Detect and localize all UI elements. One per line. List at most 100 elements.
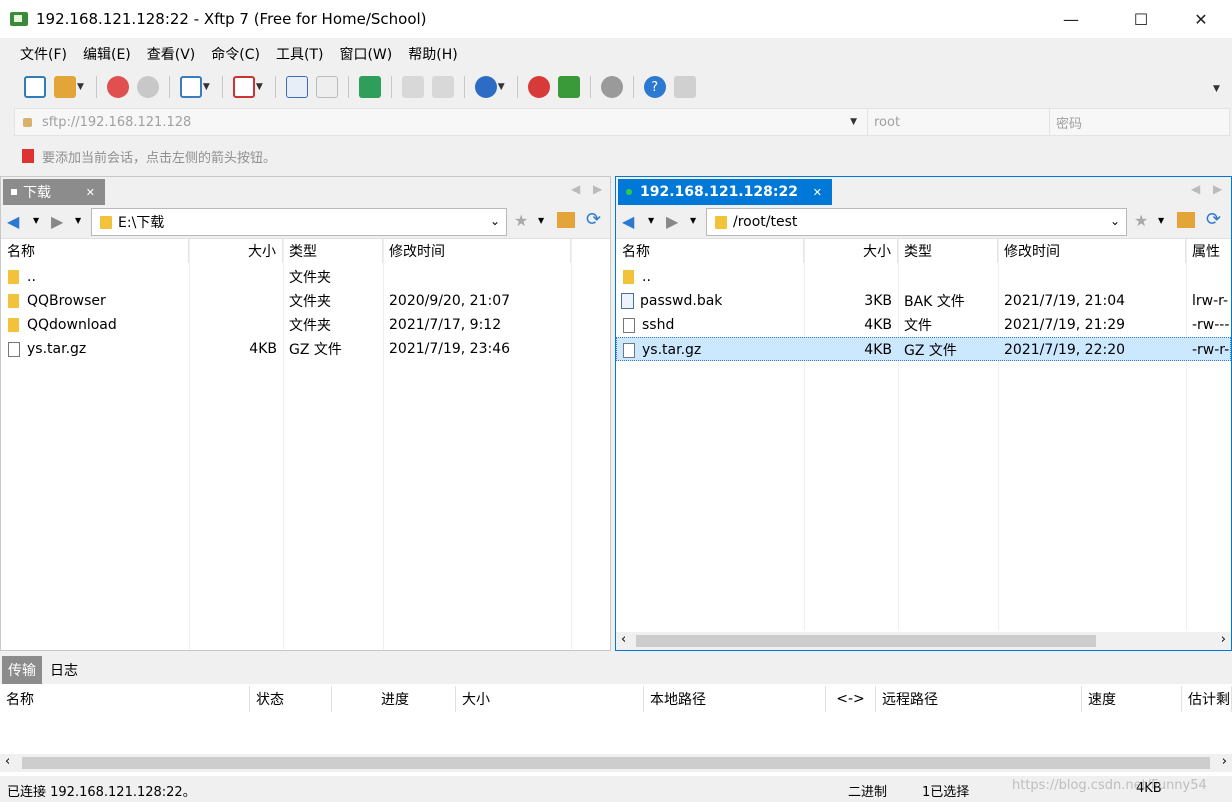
password-input[interactable]: 密码 — [1049, 109, 1229, 135]
file-row[interactable]: passwd.bak 3KB BAK 文件 2021/7/19, 21:04 l… — [616, 289, 1231, 313]
chevron-down-icon[interactable]: ▼ — [33, 216, 39, 225]
scrollbar-thumb[interactable] — [22, 757, 1210, 769]
forward-arrow-icon[interactable]: ▶ — [51, 212, 63, 231]
tab-scroll-right-icon[interactable]: ▶ — [1213, 182, 1222, 196]
paste-icon[interactable] — [431, 76, 454, 98]
tab-log[interactable]: 日志 — [44, 656, 84, 684]
menu-command[interactable]: 命令(C) — [203, 44, 268, 64]
menu-tools[interactable]: 工具(T) — [268, 44, 331, 64]
scroll-right-icon[interactable]: › — [1221, 632, 1226, 647]
menu-edit[interactable]: 编辑(E) — [75, 44, 139, 64]
close-button[interactable]: ✕ — [1178, 0, 1224, 38]
path-dropdown-icon[interactable]: ⌄ — [1110, 214, 1120, 228]
column-size[interactable]: 大小 — [804, 239, 898, 263]
menu-window[interactable]: 窗口(W) — [331, 44, 400, 64]
home-folder-icon[interactable] — [557, 212, 575, 228]
chevron-down-icon[interactable]: ▼ — [75, 216, 81, 225]
column-status[interactable]: 状态 — [250, 686, 332, 712]
back-arrow-icon[interactable]: ◀ — [7, 212, 19, 231]
tab-scroll-left-icon[interactable]: ◀ — [1191, 182, 1200, 196]
file-row-selected[interactable]: ys.tar.gz 4KB GZ 文件 2021/7/19, 22:20 -rw… — [616, 337, 1231, 361]
favorite-star-icon[interactable]: ★ — [514, 211, 528, 230]
sync-icon[interactable] — [358, 76, 381, 98]
help-icon[interactable]: ? — [643, 76, 666, 98]
column-type[interactable]: 类型 — [898, 239, 998, 263]
username-input[interactable]: root — [867, 109, 1047, 135]
file-row[interactable]: QQBrowser 文件夹 2020/9/20, 21:07 — [1, 289, 610, 313]
minimize-button[interactable]: — — [1048, 0, 1094, 38]
file-row[interactable]: .. 文件夹 — [1, 265, 610, 289]
chevron-down-icon[interactable]: ▼ — [690, 216, 696, 225]
bookmark-arrow-icon[interactable] — [22, 149, 34, 163]
home-folder-icon[interactable] — [1177, 212, 1195, 228]
chevron-down-icon[interactable]: ▼ — [77, 82, 84, 92]
column-attributes[interactable]: 属性 — [1186, 239, 1231, 263]
copy-icon[interactable] — [401, 76, 424, 98]
column-eta[interactable]: 估计剩 — [1182, 686, 1232, 712]
toolbar-overflow-icon[interactable]: ▼ — [1213, 84, 1220, 94]
host-input[interactable]: sftp://192.168.121.128 ▼ — [15, 109, 865, 135]
favorite-star-icon[interactable]: ★ — [1134, 211, 1148, 230]
file-row[interactable]: QQdownload 文件夹 2021/7/17, 9:12 — [1, 313, 610, 337]
new-session-icon[interactable] — [24, 76, 46, 98]
menu-help[interactable]: 帮助(H) — [400, 44, 465, 64]
column-size[interactable]: 大小 — [189, 239, 283, 263]
chat-icon[interactable] — [673, 76, 696, 98]
close-tab-icon[interactable]: ✕ — [86, 186, 95, 199]
xshell-icon[interactable] — [527, 76, 550, 98]
column-progress[interactable]: 进度 — [332, 686, 456, 712]
column-remote-path[interactable]: 远程路径 — [876, 686, 1082, 712]
scrollbar-thumb[interactable] — [636, 635, 1096, 647]
chevron-down-icon[interactable]: ▼ — [1158, 216, 1164, 225]
disconnect-icon[interactable] — [106, 76, 129, 98]
column-type[interactable]: 类型 — [283, 239, 383, 263]
tab-scroll-right-icon[interactable]: ▶ — [593, 182, 602, 196]
tab-local-downloads[interactable]: 下载 ✕ — [3, 179, 105, 205]
tab-scroll-left-icon[interactable]: ◀ — [571, 182, 580, 196]
column-speed[interactable]: 速度 — [1082, 686, 1182, 712]
remote-horizontal-scrollbar[interactable]: ‹ › — [616, 632, 1231, 650]
open-folder-icon[interactable] — [54, 76, 76, 98]
file-row[interactable]: .. — [616, 265, 1231, 289]
reconnect-icon[interactable] — [136, 76, 159, 98]
column-modified[interactable]: 修改时间 — [383, 239, 571, 263]
scroll-left-icon[interactable]: ‹ — [621, 632, 626, 647]
path-dropdown-icon[interactable]: ⌄ — [490, 214, 500, 228]
refresh-icon[interactable]: ⟳ — [1206, 209, 1221, 230]
xftp-icon[interactable] — [557, 76, 580, 98]
menu-view[interactable]: 查看(V) — [139, 44, 204, 64]
scroll-left-icon[interactable]: ‹ — [5, 754, 10, 769]
remote-path-input[interactable]: /root/test ⌄ — [706, 208, 1127, 236]
upload-icon[interactable] — [285, 76, 308, 98]
tab-remote-session[interactable]: 192.168.121.128:22 ✕ — [618, 179, 832, 205]
chevron-down-icon[interactable]: ▼ — [538, 216, 544, 225]
column-local-path[interactable]: 本地路径 — [644, 686, 826, 712]
file-row[interactable]: ys.tar.gz 4KB GZ 文件 2021/7/19, 23:46 — [1, 337, 610, 361]
globe-icon[interactable] — [474, 76, 497, 98]
back-arrow-icon[interactable]: ◀ — [622, 212, 634, 231]
column-direction[interactable]: <-> — [826, 686, 876, 712]
local-path-input[interactable]: E:\下载 ⌄ — [91, 208, 507, 236]
host-dropdown-icon[interactable]: ▼ — [850, 117, 857, 127]
session-manager-icon[interactable] — [179, 76, 202, 98]
scroll-right-icon[interactable]: › — [1222, 754, 1227, 769]
maximize-button[interactable]: ☐ — [1118, 0, 1164, 38]
chevron-down-icon[interactable]: ▼ — [498, 82, 505, 92]
forward-arrow-icon[interactable]: ▶ — [666, 212, 678, 231]
chevron-down-icon[interactable]: ▼ — [203, 82, 210, 92]
lock-icon — [23, 117, 32, 127]
tab-transfers[interactable]: 传输 — [2, 656, 42, 684]
chevron-down-icon[interactable]: ▼ — [648, 216, 654, 225]
transfer-horizontal-scrollbar[interactable]: ‹ › — [0, 754, 1232, 772]
column-size[interactable]: 大小 — [456, 686, 644, 712]
close-tab-icon[interactable]: ✕ — [813, 186, 822, 199]
media-icon[interactable] — [232, 76, 255, 98]
refresh-icon[interactable]: ⟳ — [586, 209, 601, 230]
settings-icon[interactable] — [600, 76, 623, 98]
download-icon[interactable] — [315, 76, 338, 98]
chevron-down-icon[interactable]: ▼ — [256, 82, 263, 92]
column-modified[interactable]: 修改时间 — [998, 239, 1186, 263]
menu-file[interactable]: 文件(F) — [12, 44, 75, 64]
file-row[interactable]: sshd 4KB 文件 2021/7/19, 21:29 -rw--- — [616, 313, 1231, 337]
column-name[interactable]: 名称 — [0, 686, 250, 712]
